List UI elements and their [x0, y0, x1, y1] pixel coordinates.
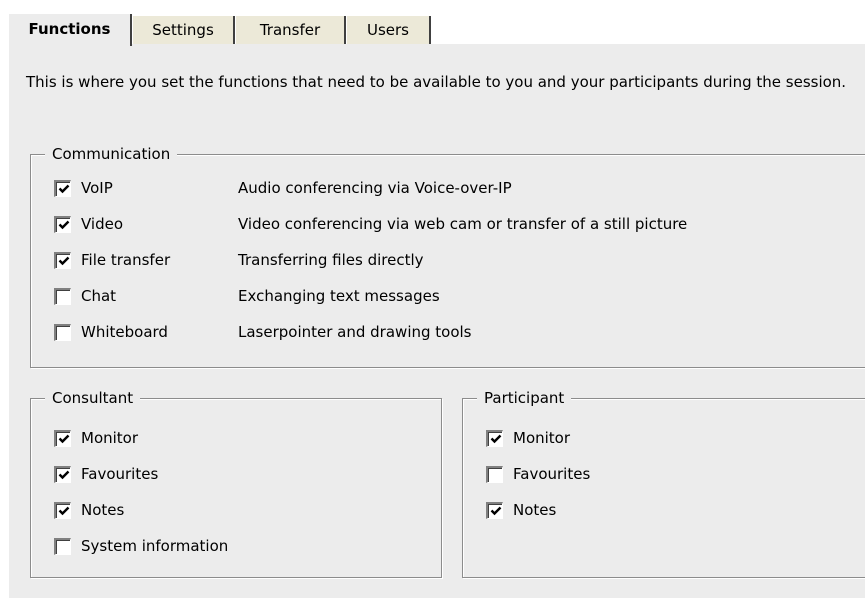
file-transfer-label: File transfer — [81, 251, 171, 269]
consultant-notes-checkbox[interactable] — [54, 502, 71, 519]
checkmark-icon — [58, 184, 70, 194]
whiteboard-checkbox[interactable] — [54, 324, 71, 341]
video-label: Video — [81, 215, 124, 233]
tab-strip: Functions Settings Transfer Users — [0, 10, 865, 46]
chat-checkbox[interactable] — [54, 288, 71, 305]
communication-group-title: Communication — [45, 144, 178, 164]
participant-notes-label: Notes — [513, 501, 557, 519]
voip-description: Audio conferencing via Voice-over-IP — [238, 179, 512, 197]
checkmark-icon — [490, 506, 502, 516]
intro-text: This is where you set the functions that… — [26, 73, 847, 91]
video-checkbox[interactable] — [54, 216, 71, 233]
tab-functions[interactable]: Functions — [8, 14, 132, 46]
participant-favourites-checkbox[interactable] — [486, 466, 503, 483]
participant-group-title: Participant — [477, 388, 572, 408]
checkmark-icon — [58, 256, 70, 266]
consultant-notes-label: Notes — [81, 501, 125, 519]
tab-transfer[interactable]: Transfer — [235, 16, 346, 44]
tab-panel-functions: This is where you set the functions that… — [8, 44, 865, 598]
checkmark-icon — [58, 506, 70, 516]
consultant-system-information-label: System information — [81, 537, 229, 555]
file-transfer-checkbox[interactable] — [54, 252, 71, 269]
participant-notes-checkbox[interactable] — [486, 502, 503, 519]
checkmark-icon — [58, 434, 70, 444]
participant-favourites-label: Favourites — [513, 465, 591, 483]
whiteboard-description: Laserpointer and drawing tools — [238, 323, 472, 341]
file-transfer-description: Transferring files directly — [238, 251, 424, 269]
consultant-favourites-label: Favourites — [81, 465, 159, 483]
consultant-favourites-checkbox[interactable] — [54, 466, 71, 483]
checkmark-icon — [58, 470, 70, 480]
whiteboard-label: Whiteboard — [81, 323, 168, 341]
consultant-monitor-label: Monitor — [81, 429, 139, 447]
checkmark-icon — [490, 434, 502, 444]
consultant-system-information-checkbox[interactable] — [54, 538, 71, 555]
video-description: Video conferencing via web cam or transf… — [238, 215, 688, 233]
tab-users[interactable]: Users — [346, 16, 431, 44]
participant-monitor-label: Monitor — [513, 429, 571, 447]
functions-dialog: Functions Settings Transfer Users This i… — [0, 0, 865, 598]
consultant-group: Consultant Monitor Favourites Notes Syst… — [30, 388, 442, 578]
consultant-monitor-checkbox[interactable] — [54, 430, 71, 447]
consultant-group-title: Consultant — [45, 388, 141, 408]
chat-label: Chat — [81, 287, 117, 305]
checkmark-icon — [58, 220, 70, 230]
chat-description: Exchanging text messages — [238, 287, 440, 305]
participant-group: Participant Monitor Favourites Notes — [462, 388, 865, 578]
communication-group: Communication VoIP Audio conferencing vi… — [30, 144, 865, 368]
tab-settings[interactable]: Settings — [132, 16, 235, 44]
participant-monitor-checkbox[interactable] — [486, 430, 503, 447]
voip-label: VoIP — [81, 179, 113, 197]
voip-checkbox[interactable] — [54, 180, 71, 197]
